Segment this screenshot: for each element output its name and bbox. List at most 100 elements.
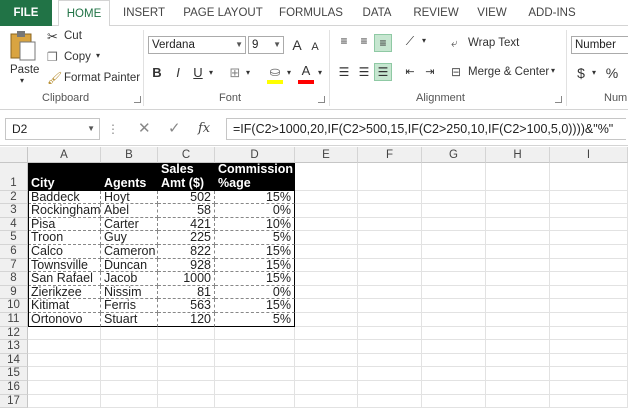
empty-cell[interactable]	[28, 367, 101, 381]
table-cell[interactable]: 0%	[215, 285, 295, 300]
table-cell[interactable]: 58	[158, 204, 215, 218]
merge-dropdown-icon[interactable]: ▾	[551, 66, 555, 75]
row-header[interactable]: 17	[0, 394, 28, 408]
empty-cell[interactable]	[486, 313, 550, 327]
empty-cell[interactable]	[486, 217, 550, 232]
underline-button[interactable]: U	[191, 63, 205, 83]
bottom-align-icon[interactable]: ≡	[374, 34, 392, 52]
table-cell[interactable]: 421	[158, 217, 215, 232]
empty-cell[interactable]	[422, 285, 486, 300]
empty-cell[interactable]	[422, 245, 486, 259]
empty-cell[interactable]	[550, 258, 628, 273]
insert-function-button[interactable]: fx	[198, 118, 210, 140]
empty-cell[interactable]	[215, 394, 295, 408]
table-cell[interactable]: Stuart	[101, 313, 158, 327]
table-cell[interactable]: Pisa	[28, 217, 101, 232]
column-header[interactable]: C	[158, 147, 215, 163]
empty-cell[interactable]	[158, 394, 215, 408]
empty-cell[interactable]	[358, 190, 422, 205]
empty-cell[interactable]	[28, 340, 101, 354]
tab-view[interactable]: VIEW	[472, 0, 512, 26]
empty-cell[interactable]	[358, 313, 422, 327]
tab-data[interactable]: DATA	[354, 0, 400, 26]
empty-cell[interactable]	[358, 353, 422, 368]
row-header[interactable]: 8	[0, 272, 28, 286]
empty-cell[interactable]	[550, 163, 628, 191]
table-cell[interactable]: 502	[158, 190, 215, 205]
middle-align-icon[interactable]: ≡	[355, 31, 373, 51]
empty-cell[interactable]	[550, 394, 628, 408]
empty-cell[interactable]	[215, 381, 295, 395]
row-header[interactable]: 1	[0, 163, 28, 191]
empty-cell[interactable]	[295, 245, 358, 259]
row-header[interactable]: 14	[0, 353, 28, 368]
empty-cell[interactable]	[422, 190, 486, 205]
shrink-font-button[interactable]: A	[309, 37, 321, 57]
empty-cell[interactable]	[486, 353, 550, 368]
empty-cell[interactable]	[486, 163, 550, 191]
empty-cell[interactable]	[295, 340, 358, 354]
empty-cell[interactable]	[295, 217, 358, 232]
alignment-launcher-icon[interactable]	[555, 96, 562, 103]
empty-cell[interactable]	[101, 353, 158, 368]
table-cell[interactable]: Duncan	[101, 258, 158, 273]
empty-cell[interactable]	[550, 299, 628, 313]
drag-handle-icon[interactable]: ⋮	[107, 118, 119, 140]
cut-button[interactable]: Cut	[64, 30, 82, 42]
row-header[interactable]: 6	[0, 245, 28, 259]
empty-cell[interactable]	[158, 353, 215, 368]
empty-cell[interactable]	[422, 163, 486, 191]
empty-cell[interactable]	[358, 340, 422, 354]
empty-cell[interactable]	[486, 367, 550, 381]
empty-cell[interactable]	[422, 204, 486, 218]
table-cell[interactable]: 822	[158, 245, 215, 259]
row-header[interactable]: 3	[0, 204, 28, 218]
tab-formulas[interactable]: FORMULAS	[276, 0, 346, 26]
empty-cell[interactable]	[28, 326, 101, 341]
empty-cell[interactable]	[295, 163, 358, 191]
empty-cell[interactable]	[295, 326, 358, 341]
empty-cell[interactable]	[358, 231, 422, 245]
font-name-combo[interactable]: Verdana ▼	[148, 36, 246, 54]
number-format-combo[interactable]: Number	[571, 36, 628, 54]
empty-cell[interactable]	[550, 272, 628, 286]
tab-insert[interactable]: INSERT	[118, 0, 170, 26]
orientation-dropdown-icon[interactable]: ▾	[420, 31, 428, 51]
align-right-icon[interactable]: ☰	[374, 63, 392, 81]
empty-cell[interactable]	[295, 272, 358, 286]
table-cell[interactable]: 15%	[215, 190, 295, 205]
empty-cell[interactable]	[358, 299, 422, 313]
empty-cell[interactable]	[101, 367, 158, 381]
cancel-icon[interactable]: ✕	[138, 118, 151, 140]
empty-cell[interactable]	[550, 340, 628, 354]
table-cell[interactable]: Jacob	[101, 272, 158, 286]
empty-cell[interactable]	[101, 381, 158, 395]
empty-cell[interactable]	[550, 326, 628, 341]
empty-cell[interactable]	[486, 245, 550, 259]
tab-add-ins[interactable]: ADD-INS	[520, 0, 584, 26]
merge-center-button[interactable]: Merge & Center	[468, 66, 549, 78]
select-all-corner[interactable]	[0, 147, 28, 163]
column-header[interactable]: D	[215, 147, 295, 163]
clipboard-launcher-icon[interactable]	[134, 96, 141, 103]
empty-cell[interactable]	[422, 299, 486, 313]
italic-button[interactable]: I	[171, 63, 185, 83]
table-cell[interactable]: Zierikzee	[28, 285, 101, 300]
empty-cell[interactable]	[358, 394, 422, 408]
fill-dropdown-icon[interactable]: ▾	[285, 63, 293, 83]
table-cell[interactable]: Cameron	[101, 245, 158, 259]
empty-cell[interactable]	[550, 353, 628, 368]
row-header[interactable]: 9	[0, 285, 28, 300]
empty-cell[interactable]	[422, 326, 486, 341]
empty-cell[interactable]	[295, 231, 358, 245]
empty-cell[interactable]	[550, 190, 628, 205]
empty-cell[interactable]	[422, 367, 486, 381]
empty-cell[interactable]	[550, 245, 628, 259]
column-header[interactable]: F	[358, 147, 422, 163]
empty-cell[interactable]	[550, 367, 628, 381]
font-launcher-icon[interactable]	[318, 96, 325, 103]
table-header-cell[interactable]: City	[28, 177, 101, 190]
table-cell[interactable]: 225	[158, 231, 215, 245]
align-center-icon[interactable]: ☰	[355, 62, 373, 82]
percent-button[interactable]: %	[605, 63, 619, 83]
